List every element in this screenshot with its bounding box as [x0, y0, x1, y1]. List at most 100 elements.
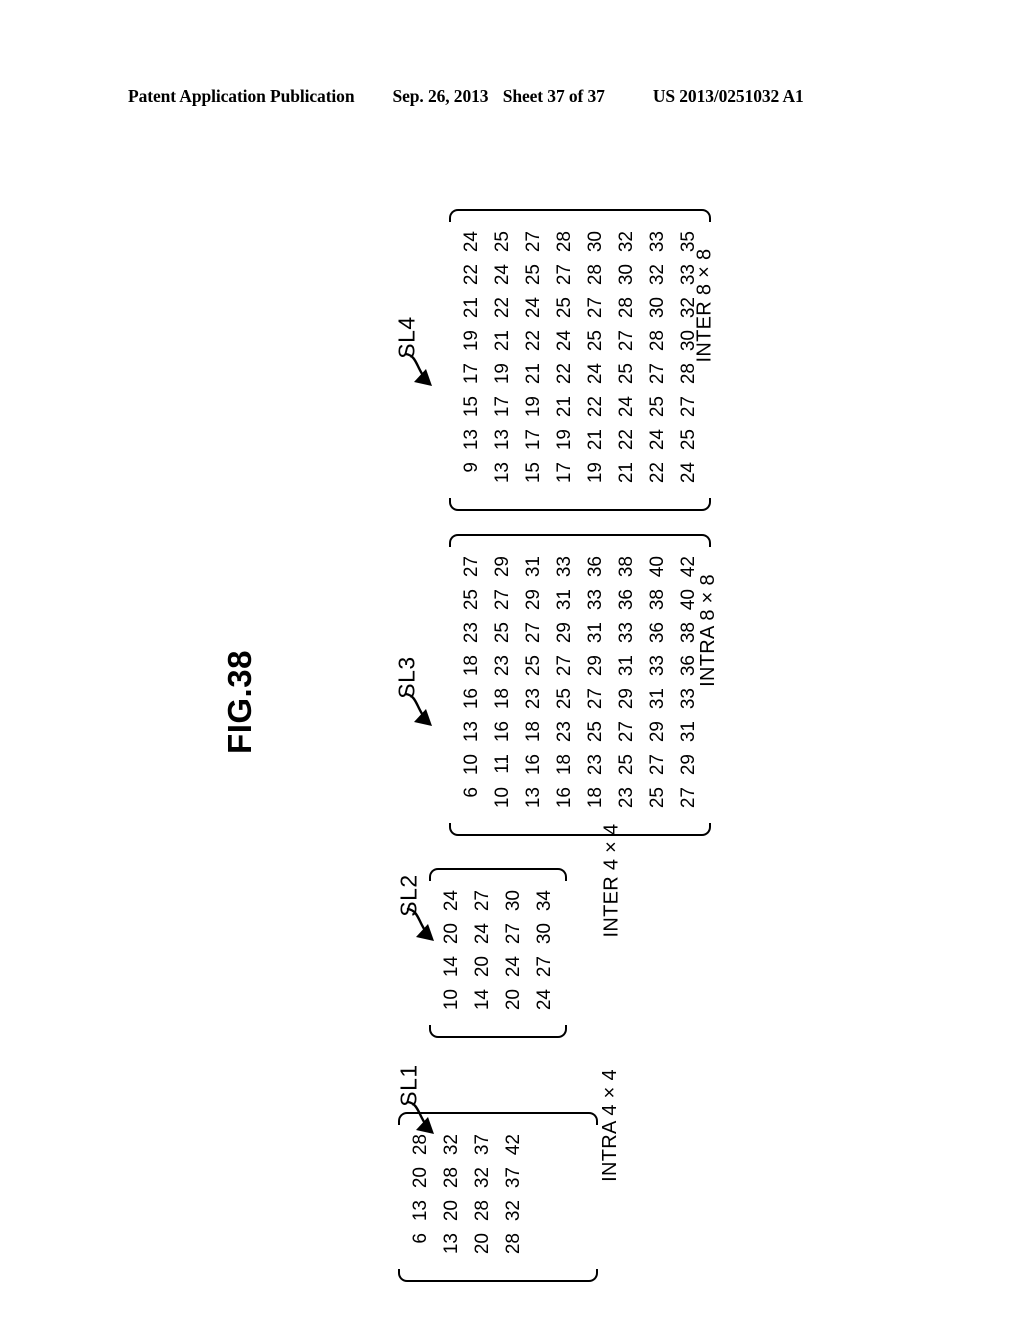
- matrix-cell: 27: [461, 556, 482, 578]
- matrix-cell: 32: [472, 1167, 493, 1189]
- drawing-sheet: FIG.38 SL1 6 13 20 28 13 20 28 32 20 28 32 37 28 32 37…: [0, 0, 1024, 1320]
- matrix-cell: 13: [461, 429, 482, 451]
- matrix-cell: 17: [492, 396, 513, 418]
- matrix-cell: 28: [472, 1200, 493, 1222]
- matrix-cell: 40: [647, 556, 668, 578]
- matrix-cell: 13: [410, 1200, 431, 1222]
- matrix-cell: 22: [523, 330, 544, 352]
- matrix-cell: 22: [616, 429, 637, 451]
- matrix-bracket-right: [449, 534, 711, 547]
- matrix-cell: 16: [492, 721, 513, 743]
- matrix-cell: 25: [647, 787, 668, 809]
- matrix-cell: 24: [585, 363, 606, 385]
- matrix-bracket-left: [449, 823, 711, 836]
- matrix-cell: 27: [554, 655, 575, 677]
- matrix-cell: 21: [461, 297, 482, 319]
- matrix-cell: 16: [523, 754, 544, 776]
- matrix-cell: 19: [523, 396, 544, 418]
- matrix-grid-sl3: 6 10 13 16 18 23 25 27 10 11 16 18 23 25 27 29 13 16 18 23 2…: [449, 547, 711, 823]
- matrix-cell: 24: [534, 989, 555, 1011]
- matrix-cell: 23: [461, 622, 482, 644]
- matrix-cell: 25: [554, 297, 575, 319]
- matrix-cell: 24: [472, 923, 493, 945]
- matrix-cell: 27: [523, 231, 544, 253]
- matrix-cell: 21: [616, 462, 637, 484]
- matrix-cell: 25: [647, 396, 668, 418]
- matrix-cell: 29: [585, 655, 606, 677]
- matrix-cell: 23: [554, 721, 575, 743]
- matrix-cell: 25: [616, 363, 637, 385]
- matrix-cell: 22: [585, 396, 606, 418]
- matrix-cell: 15: [523, 462, 544, 484]
- matrix-cell: 22: [461, 264, 482, 286]
- matrix-cell: 31: [523, 556, 544, 578]
- matrix-cell: 24: [523, 297, 544, 319]
- matrix-bracket-left: [429, 1025, 567, 1038]
- matrix-cell: 37: [472, 1134, 493, 1156]
- matrix-cell: 25: [523, 264, 544, 286]
- matrix-cell: 22: [492, 297, 513, 319]
- matrix-cell: 19: [585, 462, 606, 484]
- matrix-cell: 33: [647, 231, 668, 253]
- matrix-cell: 10: [492, 787, 513, 809]
- matrix-cell: 22: [647, 462, 668, 484]
- matrix-cell: 16: [461, 688, 482, 710]
- matrix-cell: 20: [503, 989, 524, 1011]
- matrix-cell: 23: [523, 688, 544, 710]
- matrix-cell: 25: [616, 754, 637, 776]
- matrix-cell: 23: [585, 754, 606, 776]
- matrix-cell: 10: [461, 754, 482, 776]
- matrix-cell: 17: [461, 363, 482, 385]
- matrix-cell: 18: [461, 655, 482, 677]
- matrix-cell: 25: [523, 655, 544, 677]
- figure-title-text: FIG.38: [221, 650, 258, 754]
- matrix-cell: 27: [647, 363, 668, 385]
- matrix-cell: 25: [492, 622, 513, 644]
- matrix-cell: 28: [441, 1167, 462, 1189]
- matrix-cell: 6: [461, 787, 482, 798]
- matrix-cell: 16: [554, 787, 575, 809]
- matrix-cell: 31: [678, 721, 699, 743]
- matrix-cell: 29: [554, 622, 575, 644]
- matrix-cell: 18: [492, 688, 513, 710]
- matrix-cell: 29: [523, 589, 544, 611]
- matrix-cell: 36: [585, 556, 606, 578]
- figure-title: FIG.38: [160, 650, 320, 754]
- matrix-cell: 23: [616, 787, 637, 809]
- matrix-cell: 27: [523, 622, 544, 644]
- matrix-cell: 24: [492, 264, 513, 286]
- matrix-cell: 17: [554, 462, 575, 484]
- matrix-cell: 25: [585, 330, 606, 352]
- matrix-cell: 27: [554, 264, 575, 286]
- matrix-cell: 25: [492, 231, 513, 253]
- matrix-cell: 27: [678, 396, 699, 418]
- matrix-caption-sl2: INTER 4 × 4: [532, 823, 692, 937]
- pointer-arrow-sl4: [402, 350, 448, 402]
- matrix-cell: 31: [585, 622, 606, 644]
- matrix-cell: 23: [492, 655, 513, 677]
- matrix-cell: 25: [585, 721, 606, 743]
- matrix-caption-sl2-text: INTER 4 × 4: [600, 823, 623, 937]
- matrix-cell: 11: [492, 754, 513, 774]
- matrix-cell: 9: [461, 462, 482, 473]
- matrix-cell: 27: [534, 956, 555, 978]
- matrix-cell: 31: [554, 589, 575, 611]
- matrix-cell: 13: [461, 721, 482, 743]
- matrix-cell: 20: [441, 1200, 462, 1222]
- matrix-cell: 18: [523, 721, 544, 743]
- matrix-cell: 24: [616, 396, 637, 418]
- matrix-cell: 20: [472, 956, 493, 978]
- matrix-cell: 20: [441, 923, 462, 945]
- matrix-cell: 28: [554, 231, 575, 253]
- matrix-cell: 28: [647, 330, 668, 352]
- matrix-cell: 13: [492, 462, 513, 484]
- matrix-cell: 25: [461, 589, 482, 611]
- matrix-cell: 27: [585, 688, 606, 710]
- matrix-cell: 27: [503, 923, 524, 945]
- matrix-cell: 6: [410, 1233, 431, 1244]
- matrix-cell: 19: [461, 330, 482, 352]
- pointer-arrow-sl3: [402, 690, 448, 742]
- matrix-caption-sl3: INTRA 8 × 8: [628, 574, 788, 687]
- matrix-cell: 19: [492, 363, 513, 385]
- matrix-cell: 22: [554, 363, 575, 385]
